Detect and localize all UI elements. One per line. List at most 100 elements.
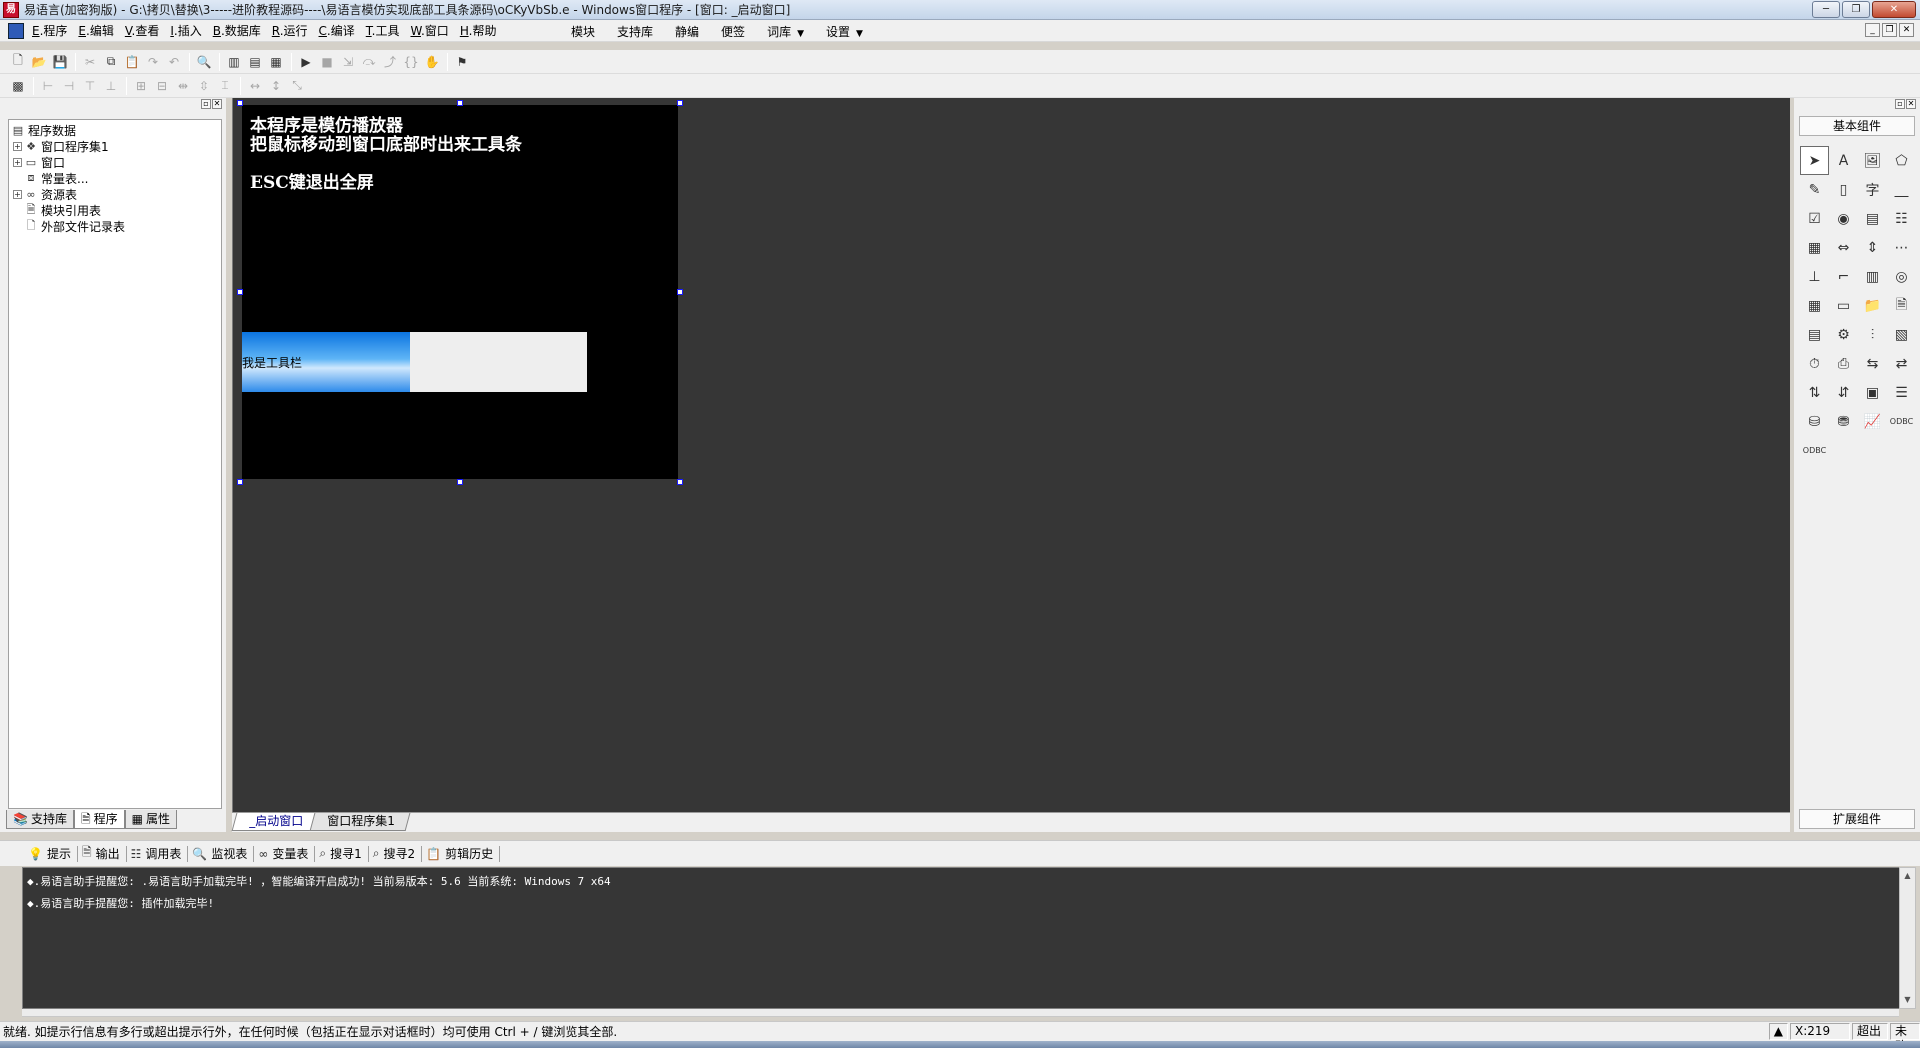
db2-icon[interactable]: ⛃: [1829, 407, 1858, 436]
basic-components-header[interactable]: 基本组件: [1799, 116, 1915, 136]
layout-grid-icon[interactable]: ▦: [266, 52, 286, 72]
toolbar-widget[interactable]: 我是工具栏: [242, 332, 587, 392]
tree-root[interactable]: ▤ 程序数据: [11, 122, 221, 138]
align-bottom-icon[interactable]: ⊥: [101, 76, 121, 96]
step-out-icon[interactable]: ⤴: [380, 52, 400, 72]
expand-icon[interactable]: +: [13, 157, 22, 167]
tab-output[interactable]: 🗎 输出: [78, 845, 127, 862]
same-size-icon[interactable]: ⤡: [287, 76, 307, 96]
picture-box-icon[interactable]: 🖼: [1858, 146, 1887, 175]
align-right-icon[interactable]: ⊣: [59, 76, 79, 96]
menu-support-lib[interactable]: 支持库: [606, 23, 664, 40]
tree-item-external-files[interactable]: 🗋 外部文件记录表: [11, 218, 221, 234]
menu-settings[interactable]: 设置 ▼: [815, 23, 874, 40]
extended-components-footer[interactable]: 扩展组件: [1799, 809, 1915, 829]
save-icon[interactable]: 💾: [50, 52, 70, 72]
tree-item-module-refs[interactable]: 🗎 模块引用表: [11, 202, 221, 218]
menu-tools[interactable]: T.工具: [362, 22, 407, 39]
vscroll-icon[interactable]: ⇕: [1858, 233, 1887, 262]
tab-window-assembly[interactable]: 窗口程序集1: [309, 813, 411, 831]
radio-icon[interactable]: ◉: [1829, 204, 1858, 233]
run-icon[interactable]: ▶: [296, 52, 316, 72]
menu-database[interactable]: B.数据库: [209, 22, 268, 39]
new-file-icon[interactable]: 🗋: [8, 52, 28, 72]
open-folder-icon[interactable]: 📂: [29, 52, 49, 72]
tab-watch[interactable]: 🔍 监视表: [188, 845, 255, 862]
folder-icon[interactable]: 📁: [1858, 291, 1887, 320]
space-v-icon[interactable]: ⇳: [194, 76, 214, 96]
find-icon[interactable]: 🔍: [194, 52, 214, 72]
list-icon[interactable]: ▤: [1858, 204, 1887, 233]
menu-insert[interactable]: I.插入: [166, 22, 208, 39]
drive-icon[interactable]: ◎: [1887, 262, 1916, 291]
close-button[interactable]: ✕: [1872, 1, 1916, 18]
grid-snap-icon[interactable]: ▩: [8, 76, 28, 96]
grid2-icon[interactable]: ▤: [1800, 320, 1829, 349]
text-icon[interactable]: 字: [1858, 175, 1887, 204]
resize-handle[interactable]: [457, 100, 463, 106]
db-icon[interactable]: ⛁: [1800, 407, 1829, 436]
chart-icon[interactable]: ▧: [1887, 320, 1916, 349]
project-tree[interactable]: ▤ 程序数据 + ❖ 窗口程序集1 + ▭ 窗口 ⧈ 常量表... + ∞ 资源…: [8, 119, 222, 809]
menu-wordlib[interactable]: 词库 ▼: [756, 23, 815, 40]
scroll-up-icon[interactable]: ▲: [1900, 868, 1915, 884]
label-icon[interactable]: A: [1829, 146, 1858, 175]
helper-icon[interactable]: ⚑: [452, 52, 472, 72]
slider-icon[interactable]: ⫶: [1858, 320, 1887, 349]
ftp-icon[interactable]: ⇵: [1829, 378, 1858, 407]
resize-handle[interactable]: [677, 479, 683, 485]
panel-float-button[interactable]: ▫: [1895, 99, 1905, 109]
align-left-icon[interactable]: ⊢: [38, 76, 58, 96]
tree-item-constants[interactable]: ⧈ 常量表...: [11, 170, 221, 186]
odbc2-icon[interactable]: ODBC: [1800, 436, 1829, 465]
paste-icon[interactable]: 📋: [122, 52, 142, 72]
tab-clip-history[interactable]: 📋 剪辑历史: [422, 845, 501, 862]
align-top-icon[interactable]: ⊤: [80, 76, 100, 96]
step-into-icon[interactable]: ⇲: [338, 52, 358, 72]
resize-handle[interactable]: [677, 100, 683, 106]
table-icon[interactable]: ▦: [1800, 233, 1829, 262]
resize-handle[interactable]: [237, 479, 243, 485]
menu-static-compile[interactable]: 静编: [664, 23, 710, 40]
undo-icon[interactable]: ↶: [164, 52, 184, 72]
odbc-icon[interactable]: ODBC: [1887, 407, 1916, 436]
menu-notes[interactable]: 便签: [710, 23, 756, 40]
checkbox-icon[interactable]: ☑: [1800, 204, 1829, 233]
menu-icon[interactable]: ☰: [1887, 378, 1916, 407]
menu-compile[interactable]: C.编译: [315, 22, 362, 39]
net-icon[interactable]: ⇅: [1800, 378, 1829, 407]
design-workspace[interactable]: 本程序是模仿播放器 把鼠标移动到窗口底部时出来工具条 ESC键退出全屏 我是工具…: [232, 98, 1790, 812]
grid-icon[interactable]: ▥: [1858, 262, 1887, 291]
panel-close-button[interactable]: ✕: [212, 99, 222, 109]
expand-icon[interactable]: +: [13, 141, 22, 151]
shape-icon[interactable]: ⬠: [1887, 146, 1916, 175]
layout-top-icon[interactable]: ▤: [245, 52, 265, 72]
tab-support-lib[interactable]: 📚 支持库: [6, 810, 74, 829]
menu-run[interactable]: R.运行: [268, 22, 315, 39]
timer-icon[interactable]: ⏱: [1800, 349, 1829, 378]
line-icon[interactable]: ⎽: [1887, 175, 1916, 204]
same-width-icon[interactable]: ↔: [245, 76, 265, 96]
layout-left-icon[interactable]: ▥: [224, 52, 244, 72]
menu-help[interactable]: H.帮助: [456, 22, 504, 39]
tab-search1[interactable]: ⌕ 搜寻1: [315, 845, 369, 862]
hscroll-icon[interactable]: ⋯: [1887, 233, 1916, 262]
same-height-icon[interactable]: ↕: [266, 76, 286, 96]
resize-handle[interactable]: [237, 289, 243, 295]
stop-icon[interactable]: ■: [317, 52, 337, 72]
copy-icon[interactable]: ⧉: [101, 52, 121, 72]
tab-variables[interactable]: ∞ 变量表: [254, 845, 316, 862]
run-to-cursor-icon[interactable]: {}: [401, 52, 421, 72]
menu-program[interactable]: E.程序: [28, 22, 74, 39]
redo-icon[interactable]: ↷: [143, 52, 163, 72]
tab-search2[interactable]: ⌕ 搜寻2: [369, 845, 423, 862]
calendar-icon[interactable]: ▦: [1800, 291, 1829, 320]
link-icon[interactable]: ⇆: [1858, 349, 1887, 378]
tree-item-resources[interactable]: + ∞ 资源表: [11, 186, 221, 202]
window-icon[interactable]: ▣: [1858, 378, 1887, 407]
minimize-button[interactable]: ─: [1812, 1, 1840, 18]
tab-startup-window[interactable]: _启动窗口: [231, 813, 319, 831]
tab-properties[interactable]: ▦ 属性: [124, 810, 177, 829]
button-icon[interactable]: ▯: [1829, 175, 1858, 204]
list-box-icon[interactable]: ☷: [1887, 204, 1916, 233]
